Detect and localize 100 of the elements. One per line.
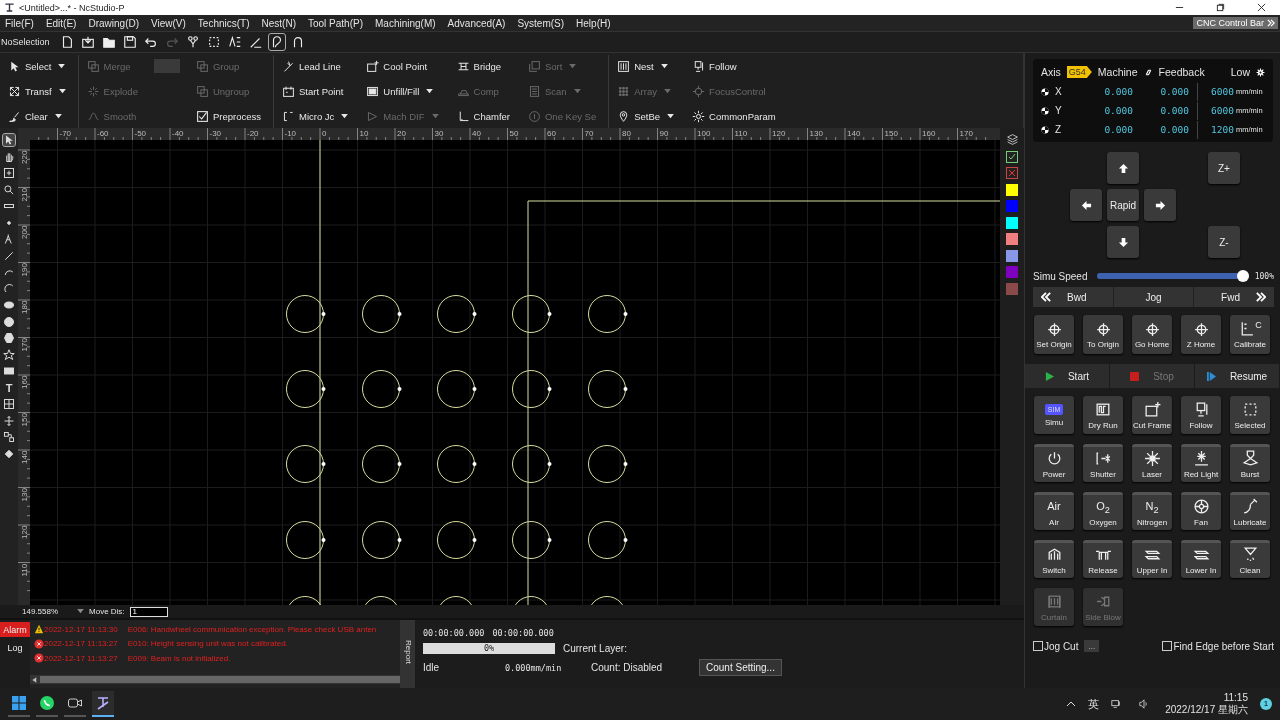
hexagon-icon[interactable] bbox=[3, 332, 15, 344]
diamond-icon[interactable] bbox=[3, 447, 15, 460]
ribbon-tool[interactable]: Micro Jc bbox=[280, 105, 351, 127]
menu-item[interactable]: Drawing(D) bbox=[88, 17, 139, 29]
origin-button[interactable]: To Origin bbox=[1083, 315, 1123, 354]
pen-icon[interactable] bbox=[3, 233, 15, 245]
arc-icon[interactable] bbox=[3, 282, 15, 295]
coordinate-badge[interactable]: G54 bbox=[1066, 66, 1092, 78]
tray-arrow-icon[interactable] bbox=[79, 34, 96, 50]
function-button[interactable]: Laser bbox=[1132, 444, 1172, 482]
function-button[interactable]: Power bbox=[1034, 444, 1074, 482]
layer-swatch[interactable] bbox=[1006, 282, 1018, 295]
floppy-icon[interactable] bbox=[121, 34, 138, 50]
panel-tab[interactable]: Alarm bbox=[0, 622, 30, 637]
menu-item[interactable]: Technics(T) bbox=[197, 17, 250, 29]
taskbar-app[interactable] bbox=[92, 691, 114, 717]
function-button[interactable]: Lower In bbox=[1181, 540, 1221, 578]
rectangle-icon[interactable] bbox=[3, 365, 15, 377]
origin-button[interactable]: Go Home bbox=[1132, 315, 1172, 354]
function-button[interactable]: Dry Run bbox=[1083, 396, 1123, 434]
layer-swatch[interactable] bbox=[1006, 249, 1018, 262]
function-button[interactable]: Lubricate bbox=[1230, 492, 1270, 530]
input-method[interactable]: 英 bbox=[1088, 696, 1100, 712]
function-button[interactable]: Air Air bbox=[1034, 492, 1074, 530]
ribbon-tool[interactable]: Start Point bbox=[280, 80, 351, 102]
cursor-icon[interactable] bbox=[3, 134, 15, 146]
ribbon-tool[interactable]: Transf bbox=[6, 80, 68, 102]
function-button[interactable]: Shutter bbox=[1083, 444, 1123, 482]
loop-icon[interactable] bbox=[268, 34, 285, 50]
menu-item[interactable]: Nest(N) bbox=[261, 17, 296, 29]
menu-item[interactable]: View(V) bbox=[151, 17, 186, 29]
layer-swatch[interactable] bbox=[1006, 233, 1018, 245]
jog-up-button[interactable] bbox=[1107, 152, 1139, 184]
ribbon-tool[interactable]: Clear bbox=[6, 105, 68, 127]
settings-icon[interactable] bbox=[1256, 67, 1265, 77]
origin-button[interactable]: Z Home bbox=[1181, 315, 1221, 354]
function-button[interactable]: Fan bbox=[1181, 492, 1221, 530]
plus-square-icon[interactable] bbox=[3, 167, 15, 179]
zoom-icon[interactable] bbox=[3, 183, 15, 196]
scroll-left-icon[interactable] bbox=[31, 675, 39, 684]
menu-item[interactable]: Edit(E) bbox=[45, 17, 77, 29]
menu-item[interactable]: Advanced(A) bbox=[447, 17, 506, 29]
ribbon-tool[interactable]: SetBe bbox=[615, 105, 677, 127]
layer-swatch[interactable] bbox=[1006, 266, 1018, 278]
ribbon-tool[interactable]: Bridge bbox=[454, 55, 512, 77]
speed-slider[interactable] bbox=[1097, 270, 1249, 282]
menu-item[interactable]: Help(H) bbox=[576, 17, 611, 29]
check-box-icon[interactable] bbox=[1006, 150, 1018, 163]
layer-swatch[interactable] bbox=[1006, 216, 1018, 229]
count-setting-button[interactable]: Count Setting... bbox=[699, 659, 782, 676]
cross-box-icon[interactable] bbox=[1006, 167, 1018, 179]
menu-item[interactable]: Machining(M) bbox=[375, 17, 436, 29]
ribbon-tool[interactable]: Nest bbox=[615, 55, 677, 77]
function-button[interactable]: Red Light bbox=[1181, 444, 1221, 482]
panel-tab[interactable]: Log bbox=[0, 640, 30, 655]
find-edge-checkbox[interactable]: Find Edge before Start bbox=[1162, 640, 1274, 652]
z-down-button[interactable]: Z- bbox=[1208, 226, 1240, 258]
scrollbar[interactable] bbox=[30, 675, 400, 684]
more-button[interactable]: ... bbox=[1084, 640, 1100, 652]
ribbon-tool[interactable]: Unfill/Fill bbox=[364, 80, 441, 102]
menu-item[interactable]: Tool Path(P) bbox=[308, 17, 363, 29]
ribbon-tool[interactable]: Lead Line bbox=[280, 55, 351, 77]
z-up-button[interactable]: Z+ bbox=[1208, 152, 1240, 184]
star-icon[interactable] bbox=[3, 348, 15, 361]
origin-button[interactable]: Set Origin bbox=[1034, 315, 1074, 354]
maximize-icon[interactable] bbox=[1216, 3, 1225, 12]
control-bar-button[interactable]: CNC Control Bar bbox=[1193, 17, 1278, 29]
function-button[interactable]: Switch bbox=[1034, 540, 1074, 578]
move-distance-field[interactable]: 1 bbox=[129, 606, 168, 617]
ribbon-tool[interactable]: CommonParam bbox=[690, 105, 778, 127]
menu-item[interactable]: System(S) bbox=[517, 17, 565, 29]
network-icon[interactable] bbox=[1111, 699, 1122, 709]
line-icon[interactable] bbox=[3, 249, 15, 262]
rapid-button[interactable]: Rapid bbox=[1107, 189, 1139, 221]
circle-icon[interactable] bbox=[3, 315, 15, 328]
notification-badge[interactable]: 1 bbox=[1260, 698, 1272, 710]
function-button[interactable]: Burst bbox=[1230, 444, 1270, 482]
function-button[interactable]: Follow bbox=[1181, 396, 1221, 434]
sync-icon[interactable] bbox=[1143, 67, 1153, 77]
function-button[interactable]: Cut Frame bbox=[1132, 396, 1172, 434]
function-button[interactable]: Selected bbox=[1230, 396, 1270, 434]
jog-cut-checkbox[interactable]: Jog Cut bbox=[1033, 640, 1079, 652]
ribbon-tool[interactable]: Chamfer bbox=[454, 105, 512, 127]
function-button[interactable]: Upper In bbox=[1132, 540, 1172, 578]
origin-button[interactable]: C Calibrate bbox=[1230, 315, 1270, 354]
jog-down-button[interactable] bbox=[1107, 226, 1139, 258]
ribbon-tool[interactable]: Select bbox=[6, 55, 68, 77]
grid-icon[interactable] bbox=[3, 398, 15, 410]
volume-icon[interactable] bbox=[1139, 699, 1150, 709]
layer-swatch[interactable] bbox=[1006, 200, 1018, 212]
wedge-lines-icon[interactable] bbox=[226, 34, 243, 50]
slider-thumb[interactable] bbox=[1236, 270, 1249, 282]
text-tool[interactable]: T bbox=[3, 381, 15, 394]
layers-icon[interactable] bbox=[1005, 133, 1019, 146]
backward-button[interactable]: Bwd bbox=[1033, 287, 1114, 307]
function-button[interactable]: Clean bbox=[1230, 540, 1270, 578]
ellipse-icon[interactable] bbox=[3, 299, 15, 311]
preprocess-checkbox[interactable]: Preprocess bbox=[193, 105, 263, 127]
jog-left-button[interactable] bbox=[1070, 189, 1102, 221]
function-button[interactable]: O$_{2}$ Oxygen bbox=[1083, 492, 1123, 530]
